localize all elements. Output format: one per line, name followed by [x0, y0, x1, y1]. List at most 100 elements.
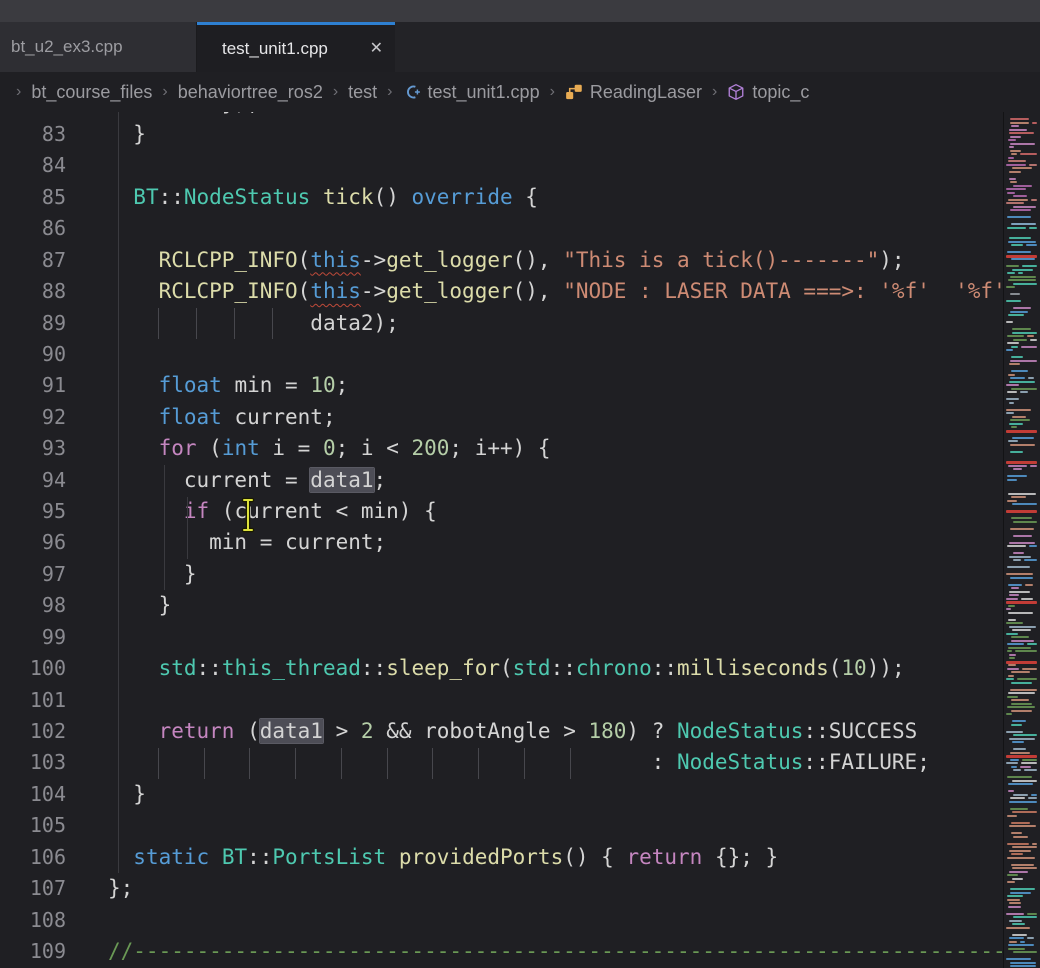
line-number[interactable]: 94	[0, 465, 66, 496]
line-number[interactable]: 104	[0, 779, 66, 810]
minimap-line	[1024, 559, 1037, 561]
line-number[interactable]: 85	[0, 182, 66, 213]
line-number[interactable]: 83	[0, 119, 66, 150]
minimap-line	[1007, 815, 1017, 817]
code-line-99[interactable]: 99	[0, 622, 1004, 654]
close-icon[interactable]: ✕	[370, 41, 383, 57]
line-number[interactable]: 103	[0, 747, 66, 778]
code-line-109[interactable]: 109//-----------------------------------…	[0, 936, 1004, 968]
code-line-84[interactable]: 84	[0, 150, 1004, 182]
line-number[interactable]: 92	[0, 402, 66, 433]
code-line-96[interactable]: 96 min = current;	[0, 527, 1004, 559]
minimap[interactable]	[1003, 112, 1040, 968]
breadcrumb-label: test	[348, 82, 377, 103]
code-line-98[interactable]: 98 }	[0, 590, 1004, 622]
code-line-87[interactable]: 87 RCLCPP_INFO(this->get_logger(), "This…	[0, 245, 1004, 277]
breadcrumb-item-test-unit1-cpp[interactable]: test_unit1.cpp	[403, 82, 540, 103]
minimap-line	[1029, 545, 1037, 547]
code-line-105[interactable]: 105	[0, 810, 1004, 842]
minimap-line	[1007, 706, 1035, 708]
line-number[interactable]: 89	[0, 308, 66, 339]
line-number[interactable]: 101	[0, 685, 66, 716]
minimap-line	[1012, 811, 1037, 813]
code-line-89[interactable]: 89 data2);	[0, 308, 1004, 340]
minimap-line	[1010, 360, 1037, 362]
indent-guide	[295, 748, 296, 779]
tab-test-unit1-cpp[interactable]: test_unit1.cpp ✕	[197, 22, 395, 72]
line-number[interactable]: 84	[0, 150, 66, 181]
line-number[interactable]: 87	[0, 245, 66, 276]
breadcrumb-item-test[interactable]: test	[348, 82, 377, 103]
line-number[interactable]: 100	[0, 653, 66, 684]
minimap-line	[1010, 451, 1023, 453]
minimap-line	[1013, 307, 1031, 309]
minimap-line	[1029, 164, 1037, 166]
code-line-107[interactable]: 107};	[0, 873, 1004, 905]
line-number[interactable]: 86	[0, 213, 66, 244]
line-number[interactable]: 91	[0, 370, 66, 401]
minimap-line	[1012, 328, 1031, 330]
minimap-line	[1007, 776, 1032, 778]
line-number[interactable]: 97	[0, 559, 66, 590]
minimap-line	[1013, 552, 1024, 554]
code-line-102[interactable]: 102 return (data1 > 2 && robotAngle > 18…	[0, 716, 1004, 748]
line-number[interactable]: 99	[0, 622, 66, 653]
code-line-94[interactable]: 94 current = data1;	[0, 465, 1004, 497]
minimap-line	[1008, 675, 1014, 677]
code-line-108[interactable]: 108	[0, 905, 1004, 937]
code-line-83[interactable]: 83 }	[0, 119, 1004, 151]
minimap-line	[1013, 339, 1027, 341]
code-line-90[interactable]: 90	[0, 339, 1004, 371]
code-line-103[interactable]: 103 : NodeStatus::FAILURE;	[0, 747, 1004, 779]
line-number[interactable]: 108	[0, 905, 66, 936]
breadcrumb-item-behaviortree-ros2[interactable]: behaviortree_ros2	[178, 82, 323, 103]
minimap-line	[1008, 374, 1015, 376]
indent-guide	[478, 748, 479, 779]
line-number[interactable]: 102	[0, 716, 66, 747]
code-line-92[interactable]: 92 float current;	[0, 402, 1004, 434]
minimap-line	[1031, 794, 1037, 796]
code-editor[interactable]: });83 }8485 BT::NodeStatus tick() overri…	[0, 112, 1004, 968]
code-line-85[interactable]: 85 BT::NodeStatus tick() override {	[0, 182, 1004, 214]
line-number[interactable]: 107	[0, 873, 66, 904]
minimap-line	[1009, 594, 1019, 596]
minimap-line	[1008, 314, 1024, 316]
minimap-line	[1009, 402, 1014, 404]
minimap-line	[1012, 934, 1027, 936]
cpp-file-icon	[403, 83, 421, 101]
line-number[interactable]: 88	[0, 276, 66, 307]
line-number[interactable]: 106	[0, 842, 66, 873]
code-line-100[interactable]: 100 std::this_thread::sleep_for(std::chr…	[0, 653, 1004, 685]
minimap-line	[1010, 797, 1025, 799]
line-number[interactable]: 90	[0, 339, 66, 370]
minimap-line	[1011, 517, 1032, 519]
line-number[interactable]: 96	[0, 527, 66, 558]
code-line-93[interactable]: 93 for (int i = 0; i < 200; i++) {	[0, 433, 1004, 465]
code-line-88[interactable]: 88 RCLCPP_INFO(this->get_logger(), "NODE…	[0, 276, 1004, 308]
code-line-91[interactable]: 91 float min = 10;	[0, 370, 1004, 402]
minimap-line	[1012, 437, 1034, 439]
line-number[interactable]: 93	[0, 433, 66, 464]
tab-bt-u2-ex3-cpp[interactable]: bt_u2_ex3.cpp	[0, 22, 197, 72]
minimap-line	[1010, 528, 1034, 530]
code-line-106[interactable]: 106 static BT::PortsList providedPorts()…	[0, 842, 1004, 874]
indent-guide	[432, 748, 433, 779]
code-line-95[interactable]: 95 if (current < min) {	[0, 496, 1004, 528]
indent-guide	[196, 308, 197, 339]
minimap-line	[1022, 759, 1037, 761]
code-line-101[interactable]: 101	[0, 685, 1004, 717]
breadcrumb-item-topic-c[interactable]: topic_c	[727, 82, 809, 103]
line-number[interactable]: 98	[0, 590, 66, 621]
breadcrumb-item-bt-course-files[interactable]: bt_course_files	[31, 82, 152, 103]
code-line-97[interactable]: 97 }	[0, 559, 1004, 591]
code-line-86[interactable]: 86	[0, 213, 1004, 245]
line-number[interactable]: 95	[0, 496, 66, 527]
line-number[interactable]: 109	[0, 936, 66, 967]
code-line-104[interactable]: 104 }	[0, 779, 1004, 811]
minimap-line	[1011, 636, 1029, 638]
indent-guide	[158, 748, 159, 779]
breadcrumb-item-readinglaser[interactable]: ReadingLaser	[565, 82, 702, 103]
minimap-line	[1007, 192, 1015, 194]
line-number[interactable]: 105	[0, 810, 66, 841]
minimap-line	[1007, 342, 1019, 344]
